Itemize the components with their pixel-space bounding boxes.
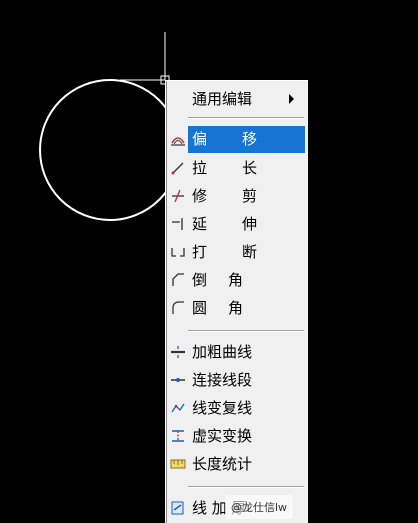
watermark-text: @龙仕信lw bbox=[231, 501, 288, 514]
menu-item-label-part2: 移 bbox=[242, 130, 258, 148]
menu-item-label-part2: 长 bbox=[242, 159, 258, 177]
menu-item-label-part1: 打 bbox=[192, 243, 208, 261]
menu-item-label-part1: 圆 bbox=[192, 299, 208, 317]
menu-item-label-part1: 拉 bbox=[192, 159, 208, 177]
menu-item-label-part2: 剪 bbox=[242, 187, 258, 205]
dash-solid-toggle-icon bbox=[172, 430, 184, 442]
join-segments-icon bbox=[171, 378, 185, 382]
menu-item-label-part1: 偏 bbox=[192, 130, 208, 148]
menu-item-label: 虚实变换 bbox=[192, 427, 253, 445]
thicken-curve-icon bbox=[171, 346, 185, 358]
submenu-arrow-icon bbox=[289, 94, 294, 104]
menu-item-thicken-curve[interactable]: 加粗曲线 bbox=[166, 339, 306, 365]
watermark-label: @龙仕信lw bbox=[225, 495, 294, 519]
line-to-polyline-icon bbox=[171, 403, 185, 413]
menu-item-general-edit[interactable]: 通用编辑 bbox=[166, 86, 306, 112]
menu-item-break[interactable]: 打 断 bbox=[166, 239, 306, 265]
menu-item-label-part1: 修 bbox=[192, 187, 208, 205]
menu-item-label: 线变复线 bbox=[192, 399, 253, 417]
menu-item-label-part1: 延 bbox=[192, 215, 208, 233]
menu-separator bbox=[188, 117, 304, 119]
menu-separator bbox=[188, 330, 304, 332]
trim-icon bbox=[172, 189, 184, 203]
menu-item-label: 通用编辑 bbox=[192, 90, 253, 108]
menu-item-fillet[interactable]: 圆 角 bbox=[166, 295, 306, 321]
context-menu: 通用编辑 偏 移 拉 长 修 剪 延 伸 打 断 倒 角 圆 角 加粗曲线 连接… bbox=[165, 80, 308, 523]
menu-item-label: 长度统计 bbox=[192, 455, 253, 473]
menu-item-lengthen[interactable]: 拉 长 bbox=[166, 155, 306, 181]
extend-icon bbox=[172, 218, 183, 230]
offset-icon bbox=[171, 137, 185, 146]
menu-separator bbox=[188, 486, 304, 488]
menu-item-extend[interactable]: 延 伸 bbox=[166, 211, 306, 237]
menu-item-line-to-polyline[interactable]: 线变复线 bbox=[166, 395, 306, 421]
break-icon bbox=[171, 248, 185, 257]
menu-item-length-stats[interactable]: 长度统计 bbox=[166, 451, 306, 477]
menu-item-label-part2: 伸 bbox=[242, 215, 258, 233]
chamfer-icon bbox=[172, 273, 184, 286]
menu-item-label-part1: 倒 bbox=[192, 271, 208, 289]
fillet-icon bbox=[172, 301, 184, 314]
line-thicken-icon bbox=[171, 501, 184, 515]
menu-item-offset[interactable]: 偏 移 bbox=[166, 126, 306, 153]
menu-item-label-part2: 角 bbox=[228, 299, 244, 317]
menu-item-label-part2: 角 bbox=[228, 271, 244, 289]
menu-item-label: 加粗曲线 bbox=[192, 343, 253, 361]
lengthen-icon bbox=[171, 162, 184, 175]
menu-item-label: 连接线段 bbox=[192, 371, 253, 389]
menu-item-trim[interactable]: 修 剪 bbox=[166, 183, 306, 209]
menu-item-chamfer[interactable]: 倒 角 bbox=[166, 267, 306, 293]
menu-item-join-segments[interactable]: 连接线段 bbox=[166, 367, 306, 393]
length-stats-icon bbox=[170, 459, 186, 469]
menu-item-label-part2: 断 bbox=[242, 243, 258, 261]
menu-item-dash-solid-toggle[interactable]: 虚实变换 bbox=[166, 423, 306, 449]
circle-entity[interactable] bbox=[39, 79, 181, 221]
